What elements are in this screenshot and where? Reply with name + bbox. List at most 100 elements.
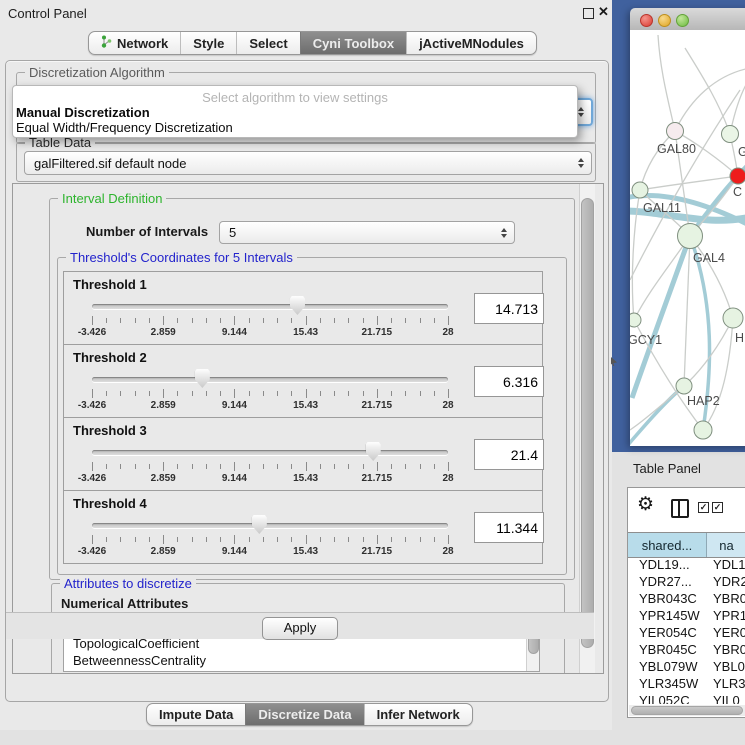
tab-infer-network[interactable]: Infer Network [364, 704, 472, 725]
tick-label: 28 [442, 473, 453, 484]
table-row[interactable]: YBR043C YBR0 [628, 591, 745, 608]
combo-arrows-icon [501, 228, 507, 238]
cell-shared-name[interactable]: YPR145W [639, 608, 700, 623]
attribute-list-item[interactable]: BetweennessCentrality [64, 652, 539, 669]
tab-jactivemnodules[interactable]: jActiveMNodules [406, 32, 536, 54]
threshold-value-field[interactable] [474, 512, 544, 543]
threshold-slider[interactable]: -3.4262.8599.14415.4321.71528 [92, 515, 448, 559]
tab-label: Style [193, 36, 224, 51]
cell-name[interactable]: YBL0 [713, 659, 745, 674]
slider-track[interactable] [92, 450, 448, 455]
control-panel-titlebar: Control Panel ✕ [0, 0, 612, 26]
tab-impute-data[interactable]: Impute Data [147, 704, 245, 725]
threshold-value-field[interactable] [474, 293, 544, 324]
cell-shared-name[interactable]: YDL19... [639, 557, 690, 572]
slider-thumb[interactable] [195, 369, 210, 388]
settings-scrollpane: Interval Definition Number of Intervals … [12, 183, 604, 674]
cell-name[interactable]: YBR0 [713, 642, 745, 657]
algorithm-option[interactable]: Manual Discretization [16, 105, 150, 120]
network-node[interactable] [630, 313, 641, 327]
table-row[interactable]: YBL079W YBL0 [628, 659, 745, 676]
table-row[interactable]: YLR345W YLR3 [628, 676, 745, 693]
network-node[interactable] [694, 421, 712, 439]
checkbox-icon[interactable]: ✓ [712, 502, 723, 513]
table-row[interactable]: YDR27... YDR2 [628, 574, 745, 591]
threshold-slider[interactable]: -3.4262.8599.14415.4321.71528 [92, 442, 448, 486]
float-window-icon[interactable] [583, 8, 594, 19]
tab-network[interactable]: Network [89, 32, 180, 54]
slider-thumb[interactable] [366, 442, 381, 461]
threshold-slider[interactable]: -3.4262.8599.14415.4321.71528 [92, 296, 448, 340]
tab-style[interactable]: Style [180, 32, 236, 54]
cell-shared-name[interactable]: YDR27... [639, 574, 692, 589]
tab-select[interactable]: Select [236, 32, 299, 54]
network-node[interactable] [730, 168, 745, 184]
cell-name[interactable]: YLR3 [713, 676, 745, 691]
zoom-traffic-light-icon[interactable] [676, 14, 689, 27]
slider-thumb[interactable] [252, 515, 267, 534]
cell-name[interactable]: YIL0 [713, 693, 740, 704]
cell-shared-name[interactable]: YIL052C [639, 693, 690, 704]
table-row[interactable]: YPR145W YPR1 [628, 608, 745, 625]
slider-track[interactable] [92, 377, 448, 382]
apply-button[interactable]: Apply [262, 617, 338, 640]
settings-scrollbar[interactable] [579, 184, 595, 673]
cell-shared-name[interactable]: YLR345W [639, 676, 698, 691]
network-node[interactable] [676, 378, 692, 394]
popup-hint: Select algorithm to view settings [13, 90, 577, 105]
network-node[interactable] [678, 224, 703, 249]
slider-track[interactable] [92, 304, 448, 309]
cell-name[interactable]: YER0 [713, 625, 745, 640]
tab-cyni-toolbox[interactable]: Cyni Toolbox [300, 32, 406, 54]
thresholds-group-title: Threshold's Coordinates for 5 Intervals [66, 250, 297, 265]
table-data-combobox[interactable]: galFiltered.sif default node [24, 151, 592, 175]
network-graph: GAL80GCGAL11GAL4GCY1HHAP2 [630, 30, 745, 446]
cell-shared-name[interactable]: YBR045C [639, 642, 697, 657]
algorithm-option[interactable]: Equal Width/Frequency Discretization [16, 120, 233, 135]
checkbox-icon[interactable]: ✓ [698, 502, 709, 513]
cell-shared-name[interactable]: YER054C [639, 625, 697, 640]
network-view[interactable]: GAL80GCGAL11GAL4GCY1HHAP2 [630, 30, 745, 446]
number-of-intervals-combobox[interactable]: 5 [219, 221, 515, 244]
cell-shared-name[interactable]: YBL079W [639, 659, 698, 674]
combo-arrows-icon [578, 107, 584, 117]
cell-shared-name[interactable]: YBR043C [639, 591, 697, 606]
node-label: GCY1 [630, 333, 662, 347]
minimize-traffic-light-icon[interactable] [658, 14, 671, 27]
close-traffic-light-icon[interactable] [640, 14, 653, 27]
cell-name[interactable]: YPR1 [713, 608, 745, 623]
gear-icon[interactable]: ⚙ [637, 495, 654, 514]
column-header-name[interactable]: na [707, 533, 745, 557]
threshold-panel: Threshold 1-3.4262.8599.14415.4321.71528 [63, 271, 543, 345]
network-node[interactable] [723, 308, 743, 328]
tab-discretize-data[interactable]: Discretize Data [245, 704, 363, 725]
column-layout-icon[interactable] [671, 499, 689, 518]
node-label: H [735, 331, 744, 345]
network-window-titlebar[interactable] [630, 8, 745, 31]
threshold-value-field[interactable] [474, 439, 544, 470]
network-node[interactable] [667, 123, 684, 140]
threshold-slider[interactable]: -3.4262.8599.14415.4321.71528 [92, 369, 448, 413]
network-node[interactable] [722, 126, 739, 143]
threshold-panel: Threshold 4-3.4262.8599.14415.4321.71528 [63, 490, 543, 564]
cell-name[interactable]: YBR0 [713, 591, 745, 606]
table-row[interactable]: YIL052C YIL0 [628, 693, 745, 704]
table-row[interactable]: YDL19... YDL1 [628, 557, 745, 574]
table-row[interactable]: YER054C YER0 [628, 625, 745, 642]
column-header-shared-name[interactable]: shared... [628, 533, 707, 557]
cell-name[interactable]: YDL1 [713, 557, 745, 572]
slider-thumb[interactable] [290, 296, 305, 315]
slider-track[interactable] [92, 523, 448, 528]
screenshot-root: Control Panel ✕ Network Style SelectCyni T… [0, 0, 745, 745]
table-header: shared... na [628, 532, 745, 558]
tick-label: 21.715 [362, 400, 393, 411]
cell-name[interactable]: YDR2 [713, 574, 745, 589]
table-row[interactable]: YBR045C YBR0 [628, 642, 745, 659]
tick-label: 9.144 [222, 546, 247, 557]
network-node[interactable] [632, 182, 648, 198]
threshold-value-field[interactable] [474, 366, 544, 397]
tick-label: 21.715 [362, 473, 393, 484]
threshold-label: Threshold 3 [73, 423, 147, 438]
table-hscrollbar[interactable] [629, 705, 745, 716]
close-icon[interactable]: ✕ [598, 4, 609, 20]
